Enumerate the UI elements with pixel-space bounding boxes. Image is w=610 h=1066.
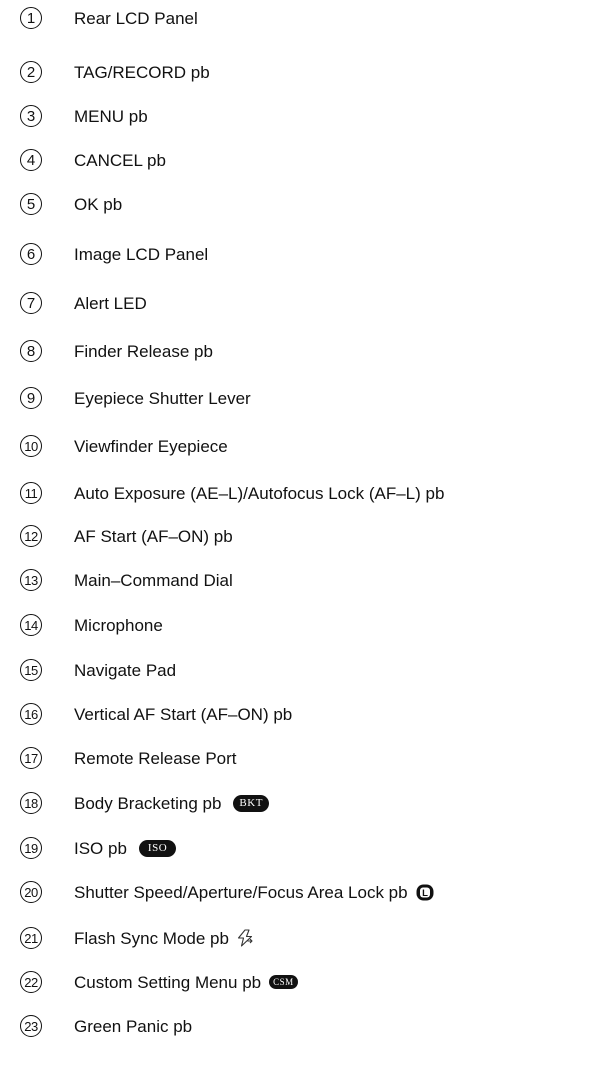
list-item: 21 Flash Sync Mode pb [20, 925, 254, 951]
item-number: 7 [20, 292, 42, 314]
item-label: Eyepiece Shutter Lever [74, 388, 251, 408]
item-number: 3 [20, 105, 42, 127]
item-number: 21 [20, 927, 42, 949]
item-label: Alert LED [74, 293, 147, 313]
list-item: 16 Vertical AF Start (AF–ON) pb [20, 701, 292, 727]
bkt-badge-icon: BKT [233, 794, 269, 812]
item-number: 11 [20, 482, 42, 504]
list-item: 11 Auto Exposure (AE–L)/Autofocus Lock (… [20, 480, 444, 506]
list-item: 5 OK pb [20, 191, 122, 217]
list-item: 4 CANCEL pb [20, 147, 166, 173]
list-item: 14 Microphone [20, 612, 163, 638]
list-item: 12 AF Start (AF–ON) pb [20, 523, 233, 549]
item-label: Flash Sync Mode pb [74, 928, 229, 948]
item-number: 1 [20, 7, 42, 29]
item-label: Microphone [74, 615, 163, 635]
item-number: 20 [20, 881, 42, 903]
list-item: 2 TAG/RECORD pb [20, 59, 210, 85]
item-number: 10 [20, 435, 42, 457]
item-label: Green Panic pb [74, 1016, 193, 1036]
item-number: 14 [20, 614, 42, 636]
list-item: 1 Rear LCD Panel [20, 5, 198, 31]
item-label: Shutter Speed/Aperture/Focus Area Lock p… [74, 882, 408, 902]
list-item: 23 Green Panic pb [20, 1013, 192, 1039]
item-label: Finder Release pb [74, 341, 213, 361]
item-label: Vertical AF Start (AF–ON) pb [74, 704, 293, 724]
list-item: 3 MENU pb [20, 103, 148, 129]
item-label: Body Bracketing pb [74, 793, 222, 813]
item-label: Main–Command Dial [74, 570, 233, 590]
list-item: 10 Viewfinder Eyepiece [20, 433, 228, 459]
parts-legend: 1 Rear LCD Panel 2 TAG/RECORD pb 3 MENU … [0, 0, 610, 1066]
item-label: CANCEL pb [74, 150, 166, 170]
list-item: 15 Navigate Pad [20, 657, 176, 683]
flash-sync-icon [236, 929, 254, 947]
item-number: 13 [20, 569, 42, 591]
item-label: AF Start (AF–ON) pb [74, 526, 233, 546]
item-number: 15 [20, 659, 42, 681]
list-item: 8 Finder Release pb [20, 338, 213, 364]
list-item: 6 Image LCD Panel [20, 241, 208, 267]
item-label: Image LCD Panel [74, 244, 209, 264]
item-label: ISO pb [74, 838, 127, 858]
item-label: Navigate Pad [74, 660, 177, 680]
item-number: 22 [20, 971, 42, 993]
item-number: 6 [20, 243, 42, 265]
list-item: 9 Eyepiece Shutter Lever [20, 385, 251, 411]
item-number: 19 [20, 837, 42, 859]
list-item: 20 Shutter Speed/Aperture/Focus Area Loc… [20, 879, 434, 905]
item-label: Custom Setting Menu pb [74, 972, 262, 992]
item-number: 12 [20, 525, 42, 547]
list-item: 22 Custom Setting Menu pb CSM [20, 969, 298, 995]
lock-l-icon: L [416, 884, 434, 901]
list-item: 7 Alert LED [20, 290, 147, 316]
list-item: 13 Main–Command Dial [20, 567, 233, 593]
item-number: 9 [20, 387, 42, 409]
item-label: MENU pb [74, 106, 148, 126]
list-item: 17 Remote Release Port [20, 745, 237, 771]
item-label: Viewfinder Eyepiece [74, 436, 228, 456]
item-number: 5 [20, 193, 42, 215]
csm-badge-icon: CSM [269, 975, 298, 989]
item-number: 8 [20, 340, 42, 362]
list-item: 19 ISO pb ISO [20, 835, 177, 861]
item-label: Rear LCD Panel [74, 8, 198, 28]
list-item: 18 Body Bracketing pb BKT [20, 790, 269, 816]
item-label: Auto Exposure (AE–L)/Autofocus Lock (AF–… [74, 483, 445, 503]
item-number: 2 [20, 61, 42, 83]
item-label: TAG/RECORD pb [74, 62, 210, 82]
lock-l-letter: L [422, 888, 428, 899]
item-number: 17 [20, 747, 42, 769]
item-label: OK pb [74, 194, 123, 214]
item-number: 4 [20, 149, 42, 171]
iso-badge-icon: ISO [138, 839, 177, 857]
item-label: Remote Release Port [74, 748, 237, 768]
item-number: 16 [20, 703, 42, 725]
item-number: 18 [20, 792, 42, 814]
item-number: 23 [20, 1015, 42, 1037]
